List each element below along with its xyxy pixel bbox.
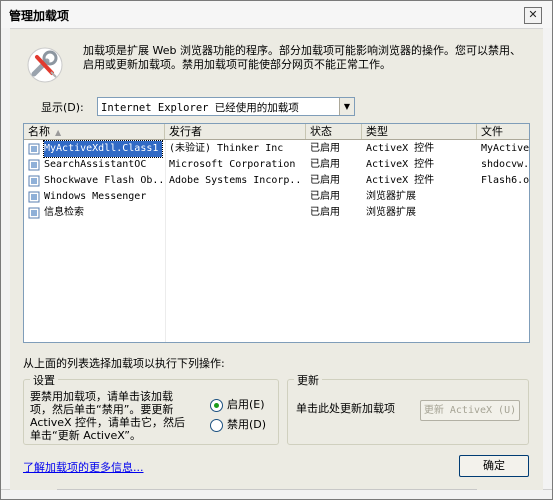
bottom-border [1,489,552,499]
cell-file [481,189,529,205]
enable-radio[interactable]: 启用(E) [210,396,265,412]
table-row[interactable]: SearchAssistantOC Microsoft Corporation 已启… [24,157,529,173]
cell-status: 已启用 [310,207,340,218]
disable-label: 禁用(D) [227,418,267,431]
window-title: 管理加载项 [9,9,70,23]
update-activex-button[interactable]: 更新 ActiveX (U) [420,400,520,421]
cell-file: MyActiveX [481,143,529,154]
cell-status: 已启用 [310,159,340,170]
settings-group: 设置 要禁用加载项，请单击该加载项，然后单击“禁用”。要更新 ActiveX 控… [23,372,279,445]
cell-status: 已启用 [310,143,340,154]
settings-help-text: 要禁用加载项，请单击该加载项，然后单击“禁用”。要更新 ActiveX 控件，请… [30,390,186,442]
update-legend: 更新 [294,372,322,388]
cell-type: ActiveX 控件 [366,159,435,170]
ok-button[interactable]: 确定 [459,455,529,477]
show-dropdown-value: Internet Explorer 已经使用的加载项 [101,102,299,114]
table-row[interactable]: Windows Messenger 已启用 浏览器扩展 [24,189,529,205]
enable-label: 启用(E) [227,398,265,411]
column-header-publisher[interactable]: 发行者 [165,124,306,139]
column-header-name[interactable]: 名称 ▲ [24,124,165,139]
cell-type: ActiveX 控件 [366,143,435,154]
show-dropdown[interactable]: Internet Explorer 已经使用的加载项 ▼ [97,97,355,116]
column-header-status[interactable]: 状态 [306,124,362,139]
update-help-text: 单击此处更新加载项 [296,402,395,415]
cell-status: 已启用 [310,191,340,202]
cell-name: Windows Messenger [44,191,147,202]
column-header-type[interactable]: 类型 [362,124,477,139]
cell-name: 信息检索 [44,207,84,218]
tools-icon [27,47,63,83]
action-label: 从上面的列表选择加载项以执行下列操作: [23,357,225,370]
disable-radio[interactable]: 禁用(D) [210,416,267,432]
table-row[interactable]: MyActiveXdll.Class1 (未验证) Thinker Inc 已启用 A… [24,140,529,158]
intro-text: 加载项是扩展 Web 浏览器功能的程序。部分加载项可能影响浏览器的操作。您可以禁… [83,44,521,71]
show-label: 显示(D): [41,101,84,114]
update-group: 更新 单击此处更新加载项 更新 ActiveX (U) [287,372,529,445]
title-bar: 管理加载项 ✕ [1,1,552,29]
addon-icon [28,207,40,219]
cell-type: 浏览器扩展 [366,207,416,218]
cell-file [481,205,529,221]
cell-file: Flash6.o [481,175,529,186]
addon-icon [28,191,40,203]
chevron-down-icon[interactable]: ▼ [339,98,354,115]
settings-legend: 设置 [30,372,58,388]
column-header-file[interactable]: 文件 [477,124,529,139]
cell-publisher: Adobe Systems Incorp... [169,175,303,186]
cell-publisher [169,205,303,221]
learn-more-link[interactable]: 了解加载项的更多信息... [23,459,144,475]
radio-unselected-icon[interactable] [210,418,223,432]
addon-icon [28,143,40,155]
addons-list[interactable]: 名称 ▲ 发行者 状态 类型 文件 MyActiveXdll.Class1 (未验证… [23,123,530,343]
cell-file: shdocvw. [481,159,529,170]
cell-type: ActiveX 控件 [366,175,435,186]
cell-publisher: Microsoft Corporation [169,159,296,170]
cell-type: 浏览器扩展 [366,191,416,202]
manage-addons-dialog: 管理加载项 ✕ 加载项是扩展 Web 浏览器功能的程序。部分加载项可能影响浏览器… [0,0,553,500]
cell-name: Shockwave Flash Ob... [44,175,162,186]
right-border [543,28,552,499]
radio-selected-icon[interactable] [210,398,223,412]
cell-publisher [169,189,303,205]
table-row[interactable]: Shockwave Flash Ob... Adobe Systems Incor… [24,173,529,189]
addon-icon [28,175,40,187]
sort-up-icon: ▲ [55,128,62,137]
addon-icon [28,159,40,171]
left-border [1,28,10,499]
cell-name: SearchAssistantOC [44,159,147,170]
list-header: 名称 ▲ 发行者 状态 类型 文件 [24,124,529,140]
close-button[interactable]: ✕ [524,7,542,24]
bottom-divider [57,489,477,490]
cell-status: 已启用 [310,175,340,186]
cell-name: MyActiveXdll.Class1 [43,140,163,158]
table-row[interactable]: 信息检索 已启用 浏览器扩展 [24,205,529,221]
cell-publisher: (未验证) Thinker Inc [169,143,284,154]
